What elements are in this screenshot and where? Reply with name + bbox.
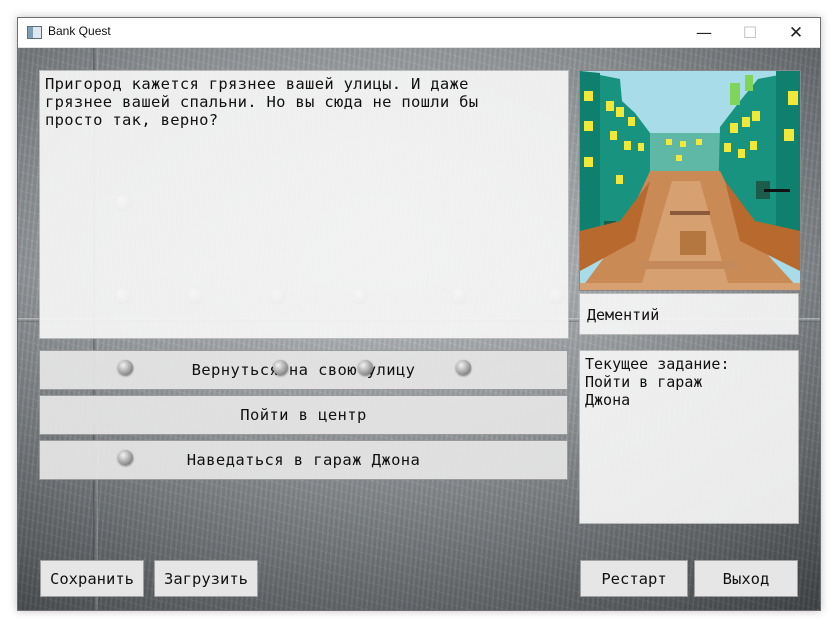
window-title: Bank Quest [48, 24, 111, 38]
character-name-panel: Дементий [579, 293, 799, 335]
minimize-button[interactable]: — [681, 18, 727, 47]
restart-button[interactable]: Рестарт [580, 560, 688, 597]
close-button[interactable]: ✕ [773, 18, 819, 47]
location-portrait [579, 70, 801, 291]
character-name: Дементий [587, 306, 660, 324]
rivet-icon [118, 360, 133, 375]
game-stage: Пригород кажется грязнее вашей улицы. И … [18, 48, 820, 610]
exit-button[interactable]: Выход [694, 560, 798, 597]
suburb-street-image [580, 71, 800, 290]
rivet-icon [456, 360, 471, 375]
app-window: Bank Quest — ☐ ✕ Пригород кажется грязне… [17, 17, 821, 611]
app-icon [27, 26, 42, 39]
maximize-button[interactable]: ☐ [727, 18, 773, 47]
story-text-panel: Пригород кажется грязнее вашей улицы. И … [39, 70, 569, 339]
rivet-icon [118, 450, 133, 465]
quest-panel: Текущее задание: Пойти в гараж Джона [579, 350, 799, 524]
save-button[interactable]: Сохранить [40, 560, 144, 597]
load-button[interactable]: Загрузить [154, 560, 258, 597]
rivet-icon [358, 360, 373, 375]
rivet-icon [273, 360, 288, 375]
title-bar: Bank Quest — ☐ ✕ [18, 18, 820, 48]
choice-go-center-button[interactable]: Пойти в центр [39, 395, 568, 435]
